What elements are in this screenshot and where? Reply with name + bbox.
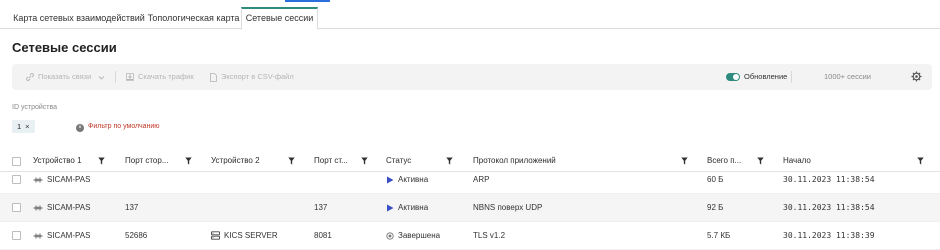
toolbar-divider bbox=[791, 71, 792, 83]
filter-icon[interactable] bbox=[288, 157, 295, 165]
network-device-icon bbox=[33, 233, 43, 239]
row-checkbox[interactable] bbox=[12, 203, 21, 212]
file-icon bbox=[210, 72, 217, 82]
port1-cell: 137 bbox=[125, 203, 139, 212]
row-checkbox[interactable] bbox=[12, 175, 21, 184]
select-all-checkbox[interactable] bbox=[12, 157, 21, 166]
device-filter-chip[interactable]: 1 × bbox=[12, 120, 35, 133]
filter-icon[interactable] bbox=[681, 157, 688, 165]
table-row[interactable]: SICAM-PAS Активна ARP 60 Б 30.11.2023 11… bbox=[0, 166, 940, 194]
close-circle-icon: × bbox=[76, 124, 84, 132]
tab-topology-map[interactable]: Топологическая карта bbox=[146, 7, 241, 29]
total-cell: 60 Б bbox=[707, 175, 724, 184]
close-icon[interactable]: × bbox=[25, 122, 29, 131]
start-cell: 30.11.2023 11:38:39 bbox=[783, 231, 875, 240]
status-text: Завершена bbox=[398, 231, 441, 240]
download-traffic-label: Скачать трафик bbox=[138, 72, 194, 81]
protocol-cell: TLS v1.2 bbox=[473, 231, 506, 240]
show-links-label: Показать связи bbox=[38, 72, 92, 81]
toolbar-divider bbox=[115, 71, 116, 83]
update-toggle[interactable] bbox=[726, 73, 740, 81]
update-label: Обновление bbox=[744, 72, 788, 81]
filter-icon[interactable] bbox=[917, 157, 924, 165]
device-chip-value: 1 bbox=[17, 122, 22, 131]
device1-cell[interactable]: SICAM-PAS bbox=[33, 166, 90, 194]
export-csv-button[interactable]: Экспорт в CSV-файл bbox=[210, 64, 294, 90]
toolbar: Показать связи Скачать трафик Экспорт в … bbox=[12, 64, 932, 90]
status-text: Активна bbox=[398, 175, 429, 184]
download-icon bbox=[126, 73, 134, 81]
filter-icon[interactable] bbox=[757, 157, 764, 165]
play-icon bbox=[387, 204, 394, 212]
port1-cell: 52686 bbox=[125, 231, 148, 240]
table-row[interactable]: SICAM-PAS 137 137 Активна NBNS поверх UD… bbox=[0, 194, 940, 222]
link-icon bbox=[26, 73, 34, 81]
status-cell: Завершена bbox=[386, 222, 440, 250]
start-cell: 30.11.2023 11:38:54 bbox=[783, 203, 875, 212]
download-traffic-button[interactable]: Скачать трафик bbox=[126, 64, 194, 90]
top-indicator-bar bbox=[285, 0, 330, 2]
server-icon bbox=[211, 231, 220, 241]
device1-name: SICAM-PAS bbox=[47, 231, 91, 240]
export-csv-label: Экспорт в CSV-файл bbox=[221, 72, 294, 81]
session-count: 1000+ сессии bbox=[824, 72, 871, 81]
status-cell: Активна bbox=[386, 194, 428, 222]
total-cell: 5.7 КБ bbox=[707, 231, 731, 240]
device1-cell[interactable]: SICAM-PAS bbox=[33, 194, 90, 222]
tab-network-map[interactable]: Карта сетевых взаимодействий bbox=[12, 7, 146, 29]
device1-cell[interactable]: SICAM-PAS bbox=[33, 222, 90, 250]
device1-name: SICAM-PAS bbox=[47, 203, 91, 212]
filter-icon[interactable] bbox=[446, 157, 453, 165]
filter-icon[interactable] bbox=[98, 157, 105, 165]
row-checkbox[interactable] bbox=[12, 231, 21, 240]
filter-icon[interactable] bbox=[361, 157, 368, 165]
network-device-icon bbox=[33, 177, 43, 183]
network-device-icon bbox=[33, 205, 43, 211]
show-links-button[interactable]: Показать связи bbox=[26, 64, 105, 90]
chevron-down-icon bbox=[99, 75, 105, 80]
gear-icon[interactable] bbox=[911, 71, 922, 82]
filter-icon[interactable] bbox=[185, 157, 192, 165]
device-id-label: ID устройства bbox=[12, 104, 58, 111]
device2-name: KICS SERVER bbox=[224, 231, 278, 240]
table-row[interactable]: SICAM-PAS 52686 KICS SERVER 8081 Заверше… bbox=[0, 222, 940, 250]
finished-status-icon bbox=[386, 232, 394, 240]
port2-cell: 8081 bbox=[314, 231, 332, 240]
start-cell: 30.11.2023 11:38:54 bbox=[783, 175, 875, 184]
status-text: Активна bbox=[398, 203, 429, 212]
total-cell: 92 Б bbox=[707, 203, 724, 212]
toggle-knob bbox=[733, 74, 739, 80]
tab-bar: Карта сетевых взаимодействий Топологичес… bbox=[0, 7, 940, 30]
port2-cell: 137 bbox=[314, 203, 328, 212]
default-filter-link[interactable]: × Фильтр по умолчанию bbox=[76, 121, 160, 133]
device1-name: SICAM-PAS bbox=[47, 175, 91, 184]
tab-network-sessions[interactable]: Сетевые сессии bbox=[241, 7, 318, 30]
protocol-cell: NBNS поверх UDP bbox=[473, 203, 543, 212]
device2-cell[interactable]: KICS SERVER bbox=[211, 222, 278, 250]
page-title: Сетевые сессии bbox=[12, 40, 117, 55]
status-cell: Активна bbox=[386, 166, 428, 194]
play-icon bbox=[387, 176, 394, 184]
default-filter-label: Фильтр по умолчанию bbox=[88, 123, 160, 130]
protocol-cell: ARP bbox=[473, 175, 490, 184]
